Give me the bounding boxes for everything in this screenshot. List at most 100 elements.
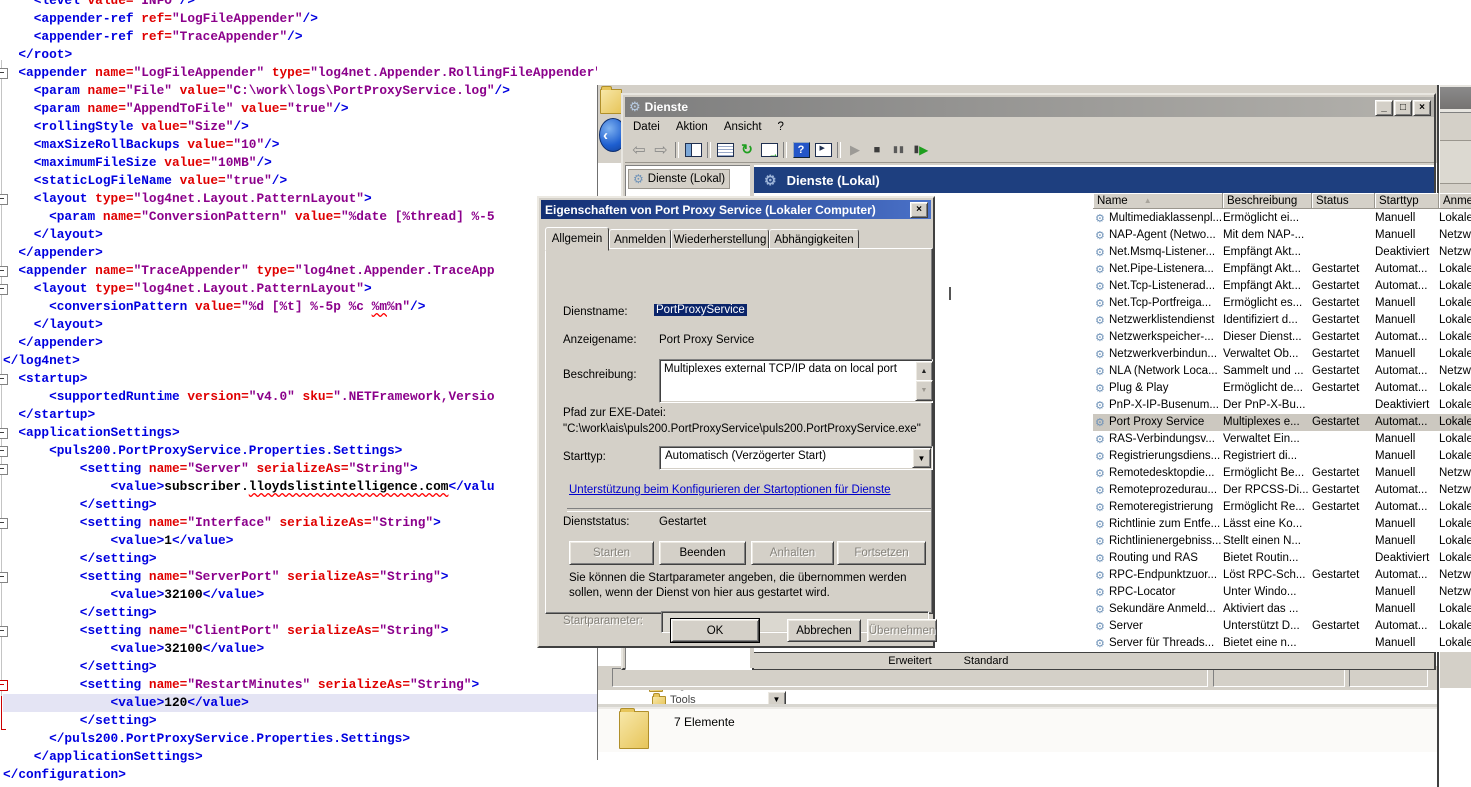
code-line[interactable]: <layout type="log4net.Layout.PatternLayo… — [3, 190, 597, 208]
code-line[interactable]: </appender> — [3, 334, 597, 352]
code-line[interactable]: </setting> — [3, 550, 597, 568]
code-line[interactable]: <value>subscriber.lloydslistintelligence… — [3, 478, 597, 496]
anzeigename-value[interactable]: Port Proxy Service — [659, 334, 754, 346]
code-line[interactable]: <appender-ref ref="LogFileAppender"/> — [3, 10, 597, 28]
code-line[interactable]: <appender name="LogFileAppender" type="l… — [3, 64, 597, 82]
restart-service-icon[interactable]: ▮▶ — [910, 141, 932, 159]
column-header-name[interactable]: Name ▲ — [1093, 193, 1223, 209]
service-row[interactable]: ⚙Net.Tcp-Listenerad...Empfängt Akt...Ges… — [1093, 278, 1471, 295]
service-row[interactable]: ⚙Net.Tcp-Portfreiga...Ermöglicht es...Ge… — [1093, 295, 1471, 312]
code-line[interactable]: </setting> — [3, 604, 597, 622]
folder-icon[interactable] — [600, 89, 622, 114]
code-line[interactable]: </applicationSettings> — [3, 748, 597, 766]
code-line[interactable]: </setting> — [3, 496, 597, 514]
code-line[interactable]: <appender name="TraceAppender" type="log… — [3, 262, 597, 280]
code-line[interactable]: <maximumFileSize value="10MB"/> — [3, 154, 597, 172]
column-header-beschreibung[interactable]: Beschreibung — [1223, 193, 1312, 209]
code-line[interactable]: <param name="AppendToFile" value="true"/… — [3, 100, 597, 118]
code-line[interactable]: <setting name="Interface" serializeAs="S… — [3, 514, 597, 532]
code-line[interactable]: </startup> — [3, 406, 597, 424]
service-row[interactable]: ⚙ServerUnterstützt D...GestartetAutomat.… — [1093, 618, 1471, 635]
tab-standard[interactable]: Standard — [950, 653, 1022, 668]
service-row[interactable]: ⚙PnP-X-IP-Busenum...Der PnP-X-Bu...Deakt… — [1093, 397, 1471, 414]
service-row[interactable]: ⚙Netzwerkverbindun...Verwaltet Ob...Gest… — [1093, 346, 1471, 363]
code-line[interactable]: <level value="INFO"/> — [3, 0, 597, 10]
extended-view-icon[interactable] — [812, 141, 834, 159]
anhalten-button[interactable]: Anhalten — [751, 541, 834, 565]
tab-erweitert[interactable]: Erweitert — [872, 653, 948, 668]
fortsetzen-button[interactable]: Fortsetzen — [837, 541, 926, 565]
start-service-icon[interactable]: ▶ — [844, 141, 866, 159]
code-line[interactable]: </configuration> — [3, 766, 597, 784]
service-row[interactable]: ⚙Richtlinienergebniss...Stellt einen N..… — [1093, 533, 1471, 550]
service-row[interactable]: ⚙Registrierungsdiens...Registriert di...… — [1093, 448, 1471, 465]
dialog-titlebar[interactable]: Eigenschaften von Port Proxy Service (Lo… — [541, 200, 931, 219]
code-line[interactable]: </puls200.PortProxyService.Properties.Se… — [3, 730, 597, 748]
menu-aktion[interactable]: Aktion — [668, 119, 716, 135]
back-icon[interactable]: ⇦ — [628, 141, 650, 159]
scroll-up-icon[interactable]: ▲ — [915, 361, 933, 382]
service-row[interactable]: ⚙RPC-Endpunktzuor...Löst RPC-Sch...Gesta… — [1093, 567, 1471, 584]
service-row[interactable]: ⚙NetzwerklistendienstIdentifiziert d...G… — [1093, 312, 1471, 329]
service-row[interactable]: ⚙NAP-Agent (Netwo...Mit dem NAP-...Manue… — [1093, 227, 1471, 244]
code-line[interactable]: <startup> — [3, 370, 597, 388]
code-line[interactable]: <supportedRuntime version="v4.0" sku=".N… — [3, 388, 597, 406]
menu-datei[interactable]: Datei — [625, 119, 668, 135]
code-line[interactable]: <applicationSettings> — [3, 424, 597, 442]
code-line[interactable]: <maxSizeRollBackups value="10"/> — [3, 136, 597, 154]
service-row[interactable]: ⚙Plug & PlayErmöglicht de...GestartetAut… — [1093, 380, 1471, 397]
chevron-down-icon[interactable]: ▼ — [767, 691, 786, 707]
column-header-anmelden-als[interactable]: Anmelden als — [1439, 193, 1471, 209]
code-line[interactable]: <param name="File" value="C:\work\logs\P… — [3, 82, 597, 100]
tab-abhaengigkeiten[interactable]: Abhängigkeiten — [769, 229, 859, 250]
code-line[interactable]: <setting name="ServerPort" serializeAs="… — [3, 568, 597, 586]
code-line[interactable]: <setting name="ClientPort" serializeAs="… — [3, 622, 597, 640]
code-line[interactable]: </root> — [3, 46, 597, 64]
maximize-button[interactable]: □ — [1394, 100, 1412, 116]
service-row[interactable]: ⚙Routing und RASBietet Routin...Deaktivi… — [1093, 550, 1471, 567]
code-line[interactable]: <rollingStyle value="Size"/> — [3, 118, 597, 136]
code-line[interactable]: </layout> — [3, 226, 597, 244]
service-row[interactable]: ⚙Port Proxy ServiceMultiplexes e...Gesta… — [1093, 414, 1471, 431]
tab-allgemein[interactable]: Allgemein — [545, 227, 609, 251]
tree-item-dienste-lokal[interactable]: ⚙ Dienste (Lokal) — [628, 169, 730, 189]
service-row[interactable]: ⚙Multimediaklassenpl...Ermöglicht ei...M… — [1093, 210, 1471, 227]
close-button[interactable]: × — [1413, 100, 1431, 116]
pause-service-icon[interactable]: ▮▮ — [888, 141, 910, 159]
forward-icon[interactable]: ⇨ — [650, 141, 672, 159]
service-row[interactable]: ⚙Remotedesktopdie...Ermöglicht Be...Gest… — [1093, 465, 1471, 482]
service-row[interactable]: ⚙NLA (Network Loca...Sammelt und ...Gest… — [1093, 363, 1471, 380]
stop-service-icon[interactable]: ■ — [866, 141, 888, 159]
code-line[interactable]: <layout type="log4net.Layout.PatternLayo… — [3, 280, 597, 298]
refresh-icon[interactable]: ↻ — [736, 141, 758, 159]
xml-code-lines[interactable]: <level value="INFO"/> <appender-ref ref=… — [3, 0, 597, 784]
code-line[interactable]: <puls200.PortProxyService.Properties.Set… — [3, 442, 597, 460]
help-icon[interactable]: ? — [790, 141, 812, 159]
properties-icon[interactable] — [714, 141, 736, 159]
service-row[interactable]: ⚙RemoteregistrierungErmöglicht Re...Gest… — [1093, 499, 1471, 516]
code-line[interactable]: </layout> — [3, 316, 597, 334]
service-row[interactable]: ⚙RPC-LocatorUnter Windo...ManuellNetzwer… — [1093, 584, 1471, 601]
column-header-starttyp[interactable]: Starttyp — [1375, 193, 1439, 209]
service-row[interactable]: ⚙Net.Msmq-Listener...Empfängt Akt...Deak… — [1093, 244, 1471, 261]
code-line[interactable]: <appender-ref ref="TraceAppender"/> — [3, 28, 597, 46]
dienstname-value[interactable]: PortProxyService — [654, 304, 747, 316]
code-line[interactable]: <conversionPattern value="%d [%t] %-5p %… — [3, 298, 597, 316]
scroll-down-icon[interactable]: ▼ — [915, 380, 933, 401]
close-icon[interactable]: × — [910, 202, 928, 218]
tab-wiederherstellung[interactable]: Wiederherstellung — [671, 229, 769, 250]
service-row[interactable]: ⚙Server für Threads...Bietet eine n...Ma… — [1093, 635, 1471, 652]
export-list-icon[interactable] — [758, 141, 780, 159]
code-line[interactable]: </setting> — [3, 658, 597, 676]
service-row[interactable]: ⚙Netzwerkspeicher-...Dieser Dienst...Ges… — [1093, 329, 1471, 346]
beenden-button[interactable]: Beenden — [659, 541, 746, 565]
minimize-button[interactable]: _ — [1375, 100, 1393, 116]
beschreibung-textarea[interactable]: Multiplexes external TCP/IP data on loca… — [659, 359, 933, 403]
code-line[interactable]: <value>32100</value> — [3, 640, 597, 658]
code-line[interactable]: <value>32100</value> — [3, 586, 597, 604]
tab-anmelden[interactable]: Anmelden — [609, 229, 671, 250]
service-row[interactable]: ⚙Net.Pipe-Listenera...Empfängt Akt...Ges… — [1093, 261, 1471, 278]
show-console-tree-icon[interactable] — [682, 141, 704, 159]
service-row[interactable]: ⚙Remoteprozedurau...Der RPCSS-Di...Gesta… — [1093, 482, 1471, 499]
code-line[interactable]: <param name="ConversionPattern" value="%… — [3, 208, 597, 226]
